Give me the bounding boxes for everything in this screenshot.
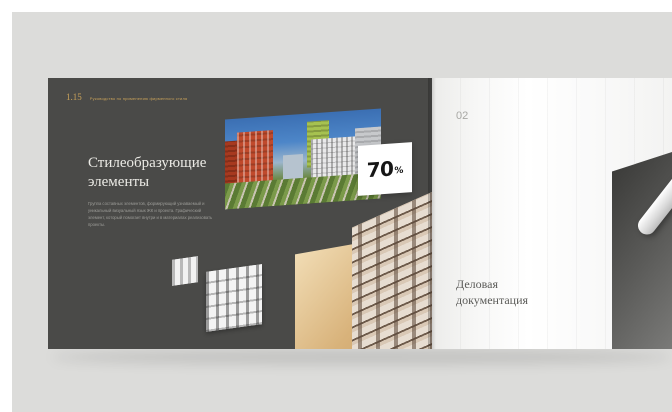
tower-photo [352, 188, 432, 349]
booklet-shadow [52, 350, 672, 364]
stat-unit: % [394, 165, 404, 177]
spread-body-text: Группа составных элементов, формирующий … [88, 201, 213, 227]
stat-card: 70 % [358, 142, 412, 196]
folio: 1.15 Руководство по применению фирменног… [66, 92, 187, 102]
right-page: 02 Деловая документация [432, 78, 672, 349]
facade-fragment-medium [206, 264, 262, 332]
stat-value: 70 [366, 156, 394, 183]
building-red [237, 130, 273, 185]
folio-number: 1.15 [66, 92, 82, 102]
folio-caption: Руководство по применению фирменного сти… [89, 96, 188, 101]
left-page: 1.15 Руководство по применению фирменног… [48, 78, 432, 349]
booklet-spine [428, 78, 436, 349]
page-number: 02 [456, 110, 469, 122]
section-title: Деловая документация [456, 277, 529, 307]
building-far [283, 154, 303, 180]
facade-fragment-small [172, 256, 198, 286]
building-white [311, 136, 357, 180]
